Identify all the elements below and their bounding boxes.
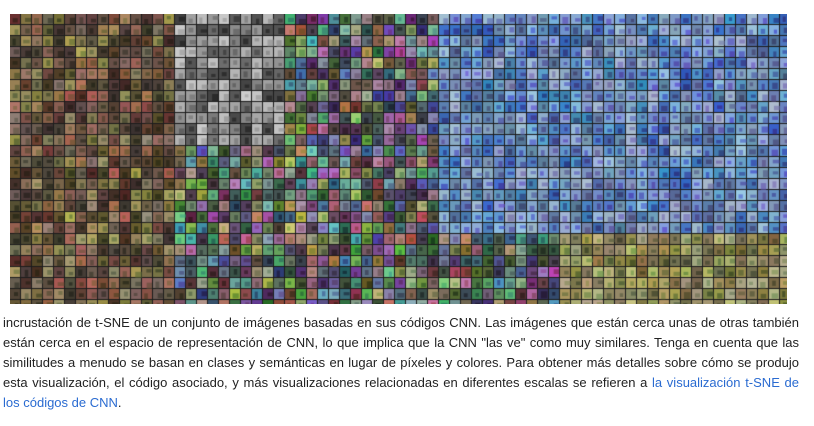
caption-end: . [117,395,122,410]
figure-caption: incrustación de t-SNE de un conjunto de … [3,313,799,413]
tsne-mosaic-image [10,14,787,304]
tsne-mosaic-canvas [10,14,787,304]
figure: incrustación de t-SNE de un conjunto de … [0,0,814,426]
